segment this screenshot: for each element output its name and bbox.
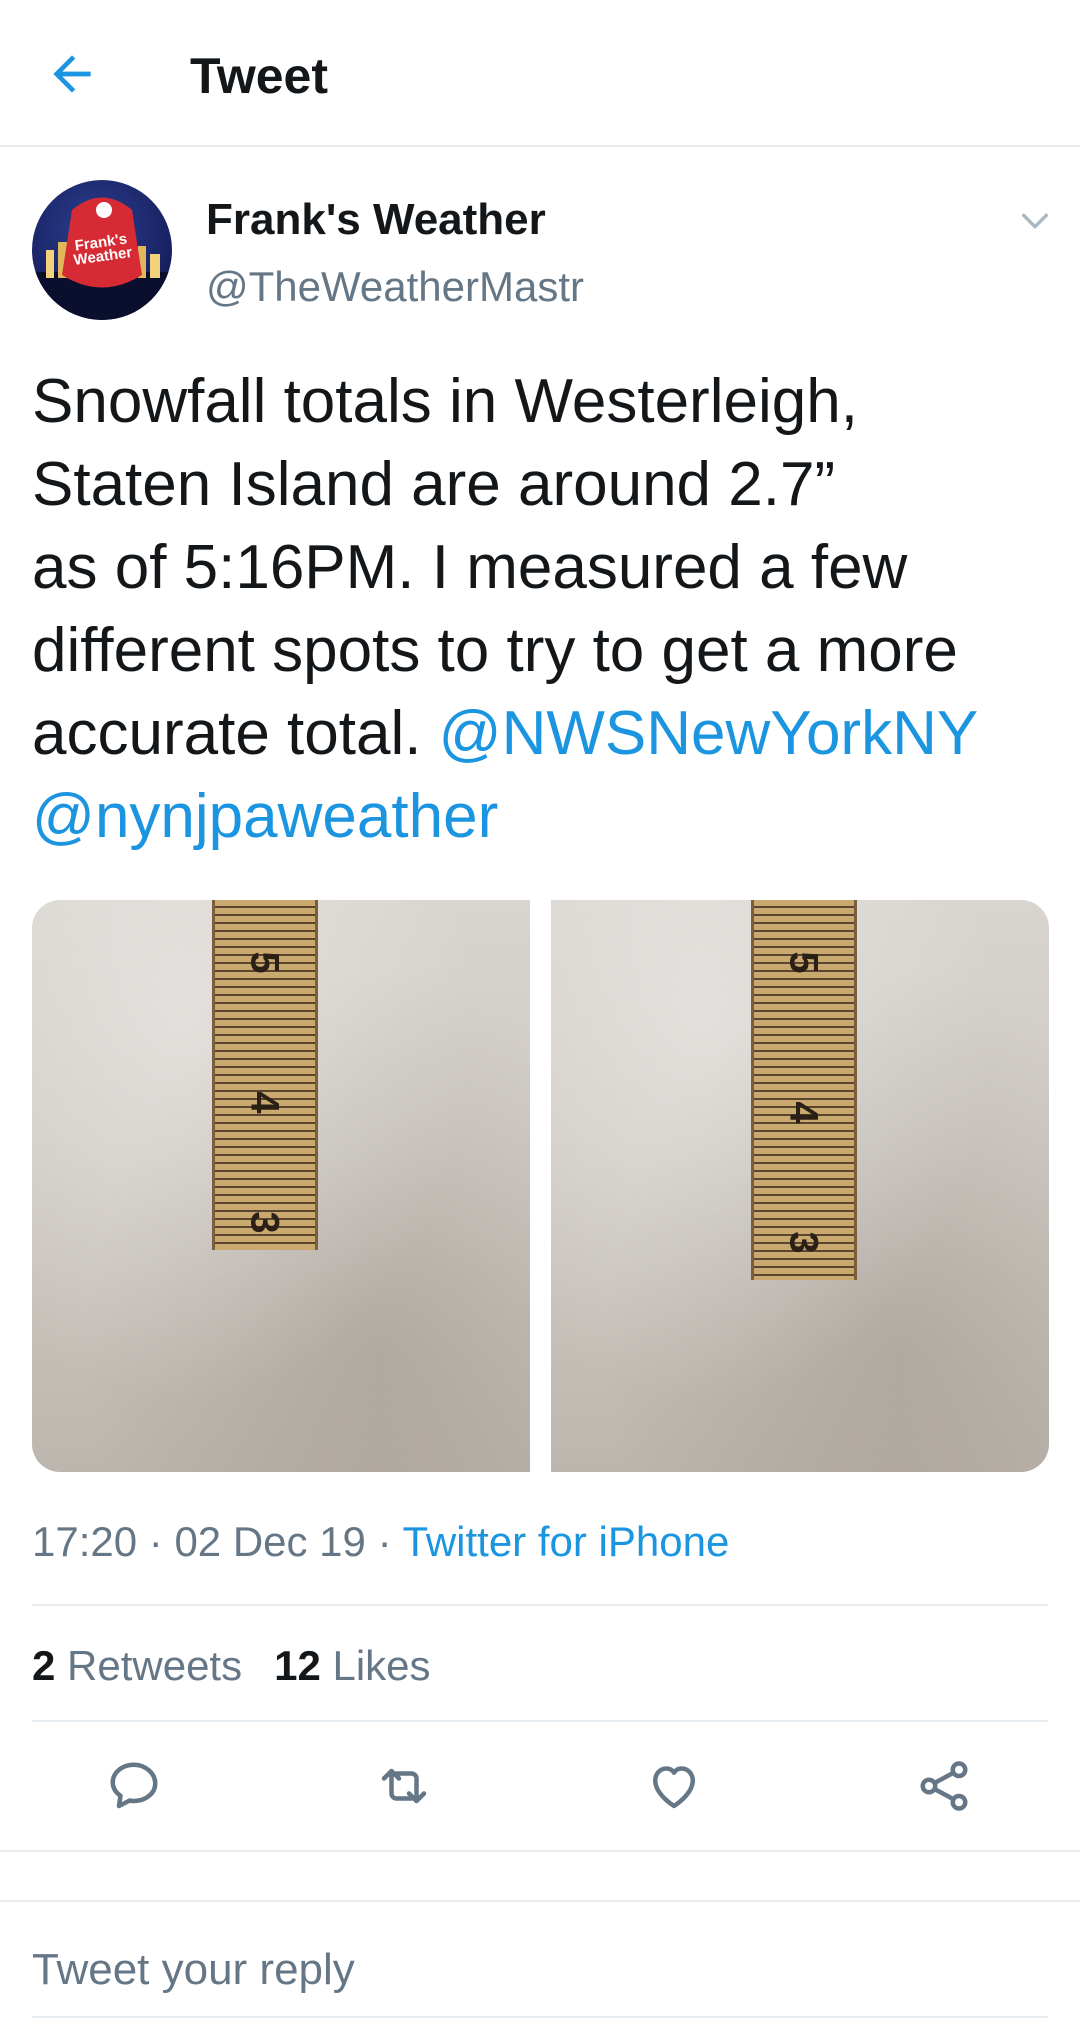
arrow-left-icon[interactable] [44, 46, 100, 102]
reply-underline [32, 2016, 1048, 2018]
mention-link[interactable]: @nynjpaweather [32, 782, 498, 851]
retweets-count: 2 [32, 1642, 56, 1689]
ruler-mark: 4 [242, 1091, 287, 1114]
author-name[interactable]: Frank's Weather [206, 194, 546, 246]
reply-input[interactable] [32, 1940, 1048, 2000]
tweet-date: 02 Dec 19 [174, 1518, 366, 1565]
ruler-mark: 3 [242, 1211, 287, 1234]
meta-separator: · [137, 1518, 175, 1565]
meta-separator: · [365, 1518, 403, 1565]
share-icon[interactable] [914, 1756, 974, 1816]
divider [32, 1604, 1048, 1606]
chevron-down-icon[interactable] [1018, 204, 1052, 238]
tweet-photo[interactable]: 5 4 3 [32, 900, 530, 1472]
tweet-line: different spots to try to get a more [32, 616, 958, 685]
tweet-line: @nynjpaweather [32, 775, 1062, 858]
tweet-line: as of 5:16PM. I measured a few [32, 533, 908, 602]
likes-stat[interactable]: 12 Likes [274, 1642, 430, 1689]
ruler-mark: 3 [781, 1231, 826, 1254]
tweet-line: Snowfall totals in Westerleigh, [32, 367, 858, 436]
tweet-time: 17:20 [32, 1518, 138, 1565]
avatar[interactable]: Frank's Weather [32, 180, 172, 320]
tweet-photo[interactable]: 5 4 3 [551, 900, 1049, 1472]
tweet-line: accurate total. @NWSNewYorkNY [32, 692, 1062, 775]
top-bar: Tweet [0, 0, 1080, 147]
retweets-stat[interactable]: 2 Retweets [32, 1642, 242, 1689]
measuring-ruler: 5 4 3 [751, 900, 857, 1280]
heart-icon[interactable] [644, 1756, 704, 1816]
author-handle[interactable]: @TheWeatherMastr [206, 262, 584, 312]
tweet-source-link[interactable]: Twitter for iPhone [402, 1518, 729, 1565]
tweet-meta: 17:20 · 02 Dec 19 · Twitter for iPhone [32, 1516, 729, 1568]
measuring-ruler: 5 4 3 [212, 900, 318, 1250]
tweet-line-text: accurate total. [32, 699, 439, 768]
tweet-stats: 2 Retweets 12 Likes [32, 1640, 463, 1692]
divider [32, 1720, 1048, 1722]
section-separator [0, 1850, 1080, 1902]
tweet-text: Snowfall totals in Westerleigh, Staten I… [32, 360, 1062, 858]
ruler-mark: 5 [242, 951, 287, 974]
retweet-icon[interactable] [374, 1756, 434, 1816]
ruler-mark: 5 [781, 951, 826, 974]
likes-count: 12 [274, 1642, 321, 1689]
page-title: Tweet [190, 48, 328, 104]
mention-link[interactable]: @NWSNewYorkNY [439, 699, 979, 768]
ruler-mark: 4 [781, 1101, 826, 1124]
tweet-line: Staten Island are around 2.7” [32, 450, 836, 519]
likes-label: Likes [320, 1642, 431, 1689]
retweets-label: Retweets [55, 1642, 243, 1689]
speech-bubble-icon[interactable] [104, 1756, 164, 1816]
